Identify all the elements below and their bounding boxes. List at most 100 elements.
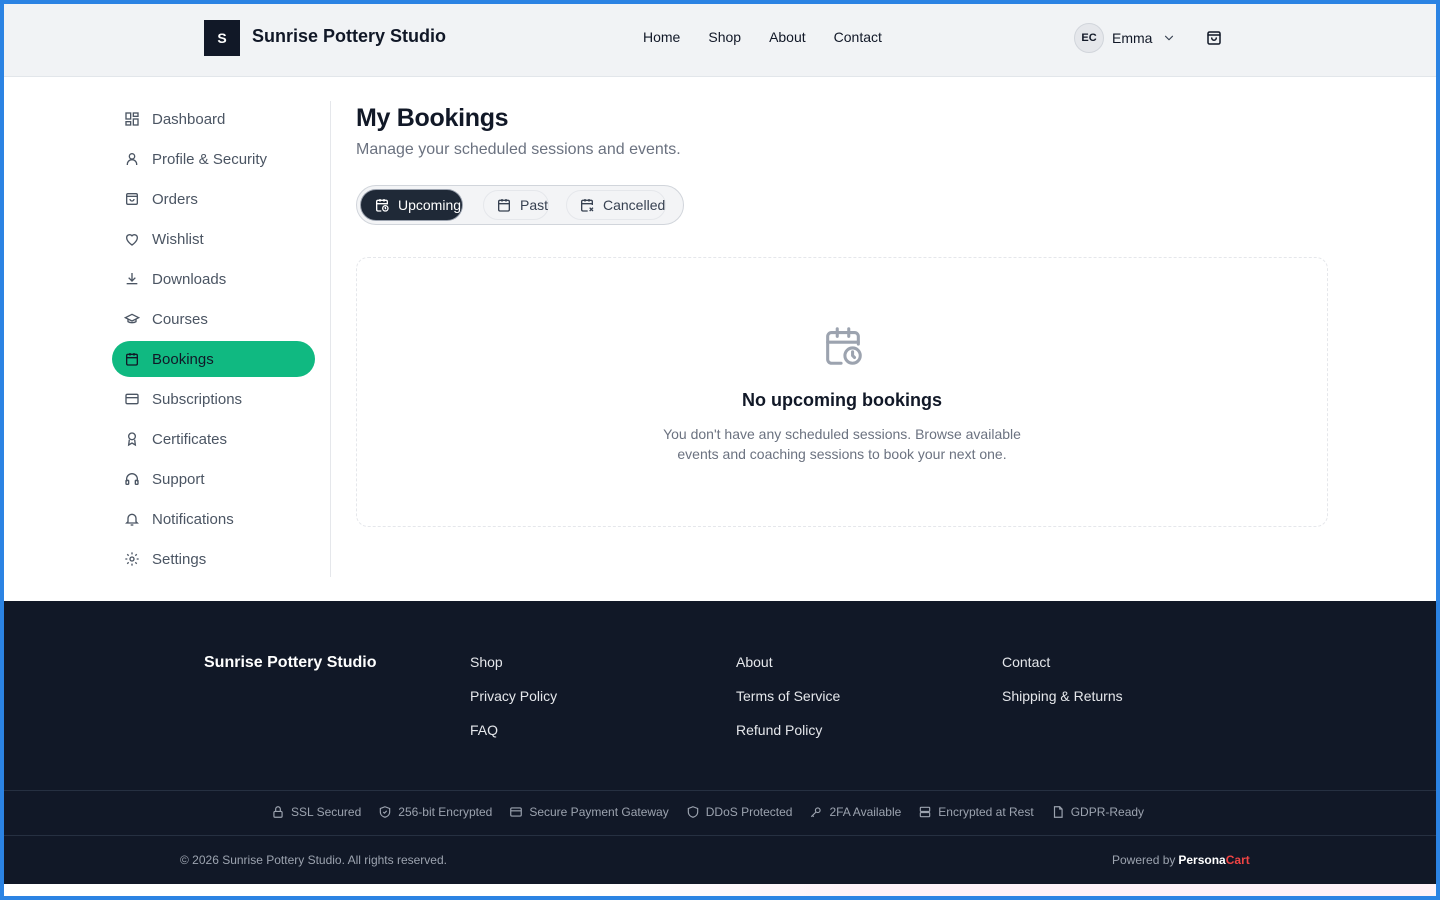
page-title: My Bookings <box>356 104 509 132</box>
badge-label: 2FA Available <box>829 805 902 819</box>
key-icon <box>809 805 823 819</box>
calendar-icon <box>124 351 140 367</box>
heart-icon <box>124 231 140 247</box>
powered-by[interactable]: Powered by Persona Cart <box>1112 853 1250 867</box>
nav-contact[interactable]: Contact <box>834 29 882 45</box>
badge-label: Secure Payment Gateway <box>529 805 669 819</box>
sidebar-item-label: Wishlist <box>152 230 204 248</box>
sidebar-item-label: Settings <box>152 550 207 568</box>
powered-by-label: Powered by <box>1112 853 1176 867</box>
footer-link-terms[interactable]: Terms of Service <box>736 688 840 704</box>
tab-label: Past <box>520 197 549 213</box>
shield-check-icon <box>378 805 392 819</box>
main-nav: Home Shop About Contact <box>643 29 882 45</box>
award-icon <box>124 431 140 447</box>
badge-label: SSL Secured <box>291 805 362 819</box>
sidebar-item-label: Support <box>152 470 205 488</box>
site-footer: Sunrise Pottery Studio Shop About Contac… <box>4 601 1436 884</box>
sidebar-item-subscriptions[interactable]: Subscriptions <box>112 381 315 417</box>
lock-icon <box>271 805 285 819</box>
footer-divider <box>4 835 1436 836</box>
user-menu[interactable]: EC Emma <box>1074 23 1176 53</box>
badge-ddos: DDoS Protected <box>686 805 793 819</box>
tab-cancelled[interactable]: Cancelled <box>566 190 667 220</box>
sidebar-item-label: Downloads <box>152 270 227 288</box>
sidebar-item-label: Subscriptions <box>152 390 243 408</box>
tab-upcoming[interactable]: Upcoming <box>361 190 463 220</box>
badge-rest: Encrypted at Rest <box>918 805 1034 819</box>
dashboard-icon <box>124 111 140 127</box>
download-icon <box>124 271 140 287</box>
powered-brand-part1: Persona <box>1178 853 1226 867</box>
footer-link-refund[interactable]: Refund Policy <box>736 722 822 738</box>
shopping-bag-icon[interactable] <box>1205 29 1223 47</box>
badge-encrypted: 256-bit Encrypted <box>378 805 492 819</box>
logo-mark[interactable]: S <box>204 20 240 56</box>
badge-gdpr: GDPR-Ready <box>1051 805 1144 819</box>
badge-label: 256-bit Encrypted <box>398 805 493 819</box>
graduation-cap-icon <box>124 311 140 327</box>
avatar: EC <box>1074 23 1104 53</box>
account-sidebar: Dashboard Profile & Security Orders Wish… <box>112 101 331 577</box>
calendar-x-icon <box>579 197 595 213</box>
user-name: Emma <box>1112 30 1153 46</box>
credit-card-icon <box>124 391 140 407</box>
headphones-icon <box>124 471 140 487</box>
sidebar-item-support[interactable]: Support <box>112 461 315 497</box>
footer-link-shipping[interactable]: Shipping & Returns <box>1002 688 1123 704</box>
page-subtitle: Manage your scheduled sessions and event… <box>356 141 681 158</box>
brand-name[interactable]: Sunrise Pottery Studio <box>252 26 446 47</box>
footer-link-privacy[interactable]: Privacy Policy <box>470 688 557 704</box>
sidebar-item-downloads[interactable]: Downloads <box>112 261 315 297</box>
sidebar-item-label: Bookings <box>152 350 214 368</box>
calendar-clock-icon <box>820 323 866 369</box>
sidebar-item-courses[interactable]: Courses <box>112 301 315 337</box>
document-icon <box>1051 805 1065 819</box>
shield-icon <box>686 805 700 819</box>
nav-home[interactable]: Home <box>643 29 680 45</box>
empty-state-description: You don't have any scheduled sessions. B… <box>663 426 1021 462</box>
booking-tabs: Upcoming Past Cancelled <box>356 185 684 225</box>
nav-shop[interactable]: Shop <box>708 29 741 45</box>
user-icon <box>124 151 140 167</box>
gear-icon <box>124 551 140 567</box>
badge-payment: Secure Payment Gateway <box>509 805 669 819</box>
sidebar-item-dashboard[interactable]: Dashboard <box>112 101 315 137</box>
credit-card-icon <box>509 805 523 819</box>
sidebar-item-profile-security[interactable]: Profile & Security <box>112 141 315 177</box>
bell-icon <box>124 511 140 527</box>
footer-link-contact[interactable]: Contact <box>1002 654 1050 670</box>
tab-label: Upcoming <box>398 197 462 213</box>
badge-label: Encrypted at Rest <box>938 805 1034 819</box>
footer-link-shop[interactable]: Shop <box>470 654 503 670</box>
badge-2fa: 2FA Available <box>809 805 901 819</box>
sidebar-item-certificates[interactable]: Certificates <box>112 421 315 457</box>
badge-label: DDoS Protected <box>705 805 793 819</box>
badge-ssl: SSL Secured <box>271 805 361 819</box>
chevron-down-icon <box>1162 31 1176 45</box>
nav-about[interactable]: About <box>769 29 806 45</box>
sidebar-item-settings[interactable]: Settings <box>112 541 315 577</box>
sidebar-item-label: Notifications <box>152 510 234 528</box>
bag-icon <box>124 191 140 207</box>
sidebar-item-orders[interactable]: Orders <box>112 181 315 217</box>
server-icon <box>918 805 932 819</box>
empty-state: No upcoming bookings You don't have any … <box>356 257 1328 527</box>
footer-link-about[interactable]: About <box>736 654 773 670</box>
sidebar-item-wishlist[interactable]: Wishlist <box>112 221 315 257</box>
sidebar-item-label: Certificates <box>152 430 228 448</box>
footer-link-faq[interactable]: FAQ <box>470 722 498 738</box>
copyright: © 2026 Sunrise Pottery Studio. All right… <box>180 853 447 867</box>
calendar-icon <box>496 197 512 213</box>
footer-brand: Sunrise Pottery Studio <box>204 654 377 671</box>
tab-past[interactable]: Past <box>483 190 550 220</box>
empty-state-title: No upcoming bookings <box>742 390 942 410</box>
sidebar-item-bookings[interactable]: Bookings <box>112 341 315 377</box>
sidebar-item-label: Courses <box>152 310 208 328</box>
site-header: S Sunrise Pottery Studio Home Shop About… <box>4 4 1436 77</box>
calendar-clock-icon <box>374 197 390 213</box>
security-badges: SSL Secured 256-bit Encrypted Secure Pay… <box>271 805 1144 819</box>
powered-brand-part2: Cart <box>1225 853 1250 867</box>
sidebar-item-notifications[interactable]: Notifications <box>112 501 315 537</box>
badge-label: GDPR-Ready <box>1070 805 1145 819</box>
